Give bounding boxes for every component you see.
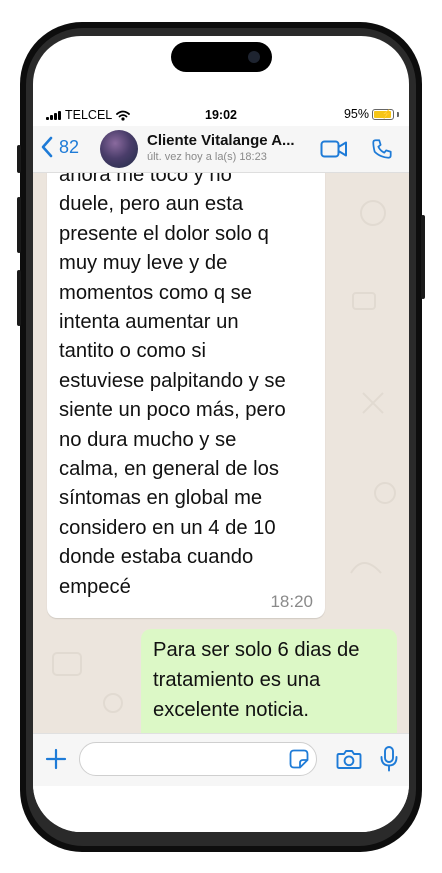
unread-count: 82 [59,136,80,157]
battery-percent: 95% [343,107,369,121]
message-line: muy muy leve y de [59,252,228,275]
camera-button[interactable] [336,748,362,775]
message-line: intenta aumentar un [59,311,239,334]
microphone-button[interactable] [379,745,399,778]
incoming-message-bubble[interactable]: ahora me toco y no duele, pero aun esta … [47,173,325,618]
message-line: presente el dolor solo q [59,222,269,245]
chat-header: 82 Cliente Vitalange A... últ. vez hoy a… [33,126,409,173]
message-line: calma, en general de los [59,458,279,481]
message-line: Para ser solo 6 dias de [153,639,360,661]
sticker-button[interactable] [289,749,309,774]
message-line: donde estaba cuando [59,546,254,569]
video-call-button[interactable] [320,139,348,164]
battery-group: 95% ⚡ [344,107,399,121]
message-line: tantito o como si [59,340,206,363]
status-bar: TELCEL 19:02 95% ⚡ [33,104,409,126]
message-line: siente un poco más, pero [59,399,286,422]
front-camera [248,51,260,63]
message-line: excelente noticia. [153,699,309,721]
contact-name[interactable]: Cliente Vitalange A... [147,132,295,149]
message-line: ahora me toco y no [59,173,232,186]
home-indicator-area [33,786,409,832]
attach-button[interactable] [44,747,68,776]
phone-icon [372,139,392,159]
volume-up-button [17,197,21,253]
message-input[interactable] [79,742,317,776]
battery-fill: ⚡ [374,109,392,119]
mute-switch [17,145,21,173]
message-line: no dura mucho y se [59,428,237,451]
plus-icon [45,748,67,770]
message-line: momentos como q se [59,281,252,304]
contact-avatar[interactable] [100,130,138,168]
message-line: estuviese palpitando y se [59,369,286,392]
message-line: síntomas en global me [59,487,263,510]
back-button[interactable]: 82 [40,136,79,158]
message-line: tratamiento es una [153,669,321,691]
microphone-icon [380,746,398,772]
volume-down-button [17,270,21,326]
incoming-message-text: ahora me toco y no duele, pero aun esta … [59,173,321,602]
battery-icon: ⚡ [372,108,394,120]
chevron-left-icon [41,136,53,158]
outgoing-message-bubble[interactable]: Para ser solo 6 dias de tratamiento es u… [141,629,397,733]
message-line: duele, pero aun esta [59,193,244,216]
sticker-icon [289,749,309,769]
message-timestamp: 18:20 [270,592,313,611]
message-line: considero en un 4 de 10 [59,516,276,539]
outgoing-message-text: Para ser solo 6 dias de tratamiento es u… [153,635,389,725]
battery-cap [397,111,399,117]
power-button [421,215,425,299]
camera-icon [336,750,362,769]
video-camera-icon [320,140,347,158]
message-input-bar [33,733,409,786]
voice-call-button[interactable] [371,138,393,165]
chat-area[interactable]: ahora me toco y no duele, pero aun esta … [33,173,409,733]
last-seen: últ. vez hoy a la(s) 18:23 [147,151,267,163]
phone-screen: TELCEL 19:02 95% ⚡ 82 Cliente Vitalange … [33,36,409,832]
dynamic-island [171,42,272,72]
